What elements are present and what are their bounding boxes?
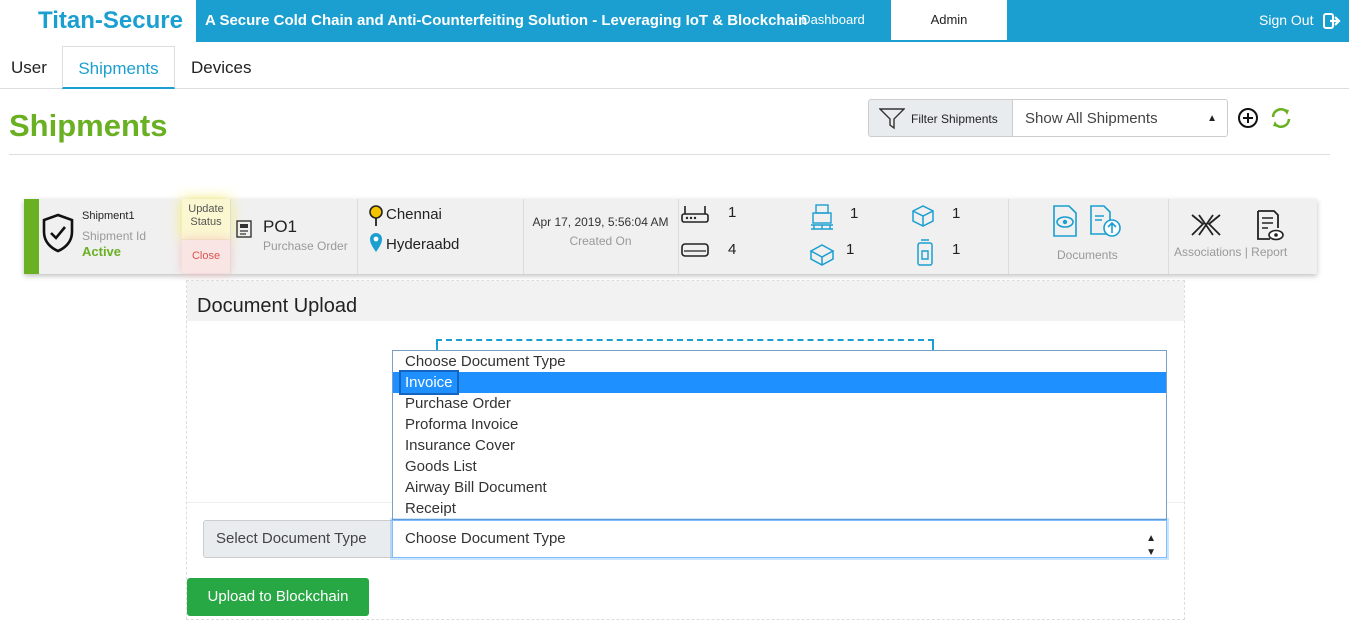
tab-devices[interactable]: Devices: [191, 46, 251, 89]
brand-logo[interactable]: Titan-Secure: [0, 0, 196, 42]
page-title: Shipments: [9, 108, 168, 143]
signout-icon: [1323, 13, 1341, 30]
option-receipt[interactable]: Receipt: [393, 498, 1166, 519]
sensor-device-icon[interactable]: [681, 241, 709, 259]
associations-icon[interactable]: [1189, 210, 1223, 240]
filter-select-value: Show All Shipments: [1025, 110, 1158, 127]
package-icon[interactable]: [910, 203, 936, 229]
destination-pin-icon: [370, 233, 382, 252]
divider: [1008, 199, 1009, 274]
select-arrows-icon: ▲ ▼: [1146, 533, 1156, 558]
package-count: 1: [952, 205, 961, 222]
option-insurance-cover[interactable]: Insurance Cover: [393, 435, 1166, 456]
divider: [678, 199, 679, 274]
associations-report-label: Associations | Report: [1174, 245, 1288, 259]
main-tabs: User Shipments Devices: [0, 46, 1349, 89]
gateway-count: 1: [728, 204, 737, 221]
document-type-value: Choose Document Type: [405, 530, 566, 547]
filter-label: Filter Shipments: [911, 112, 998, 126]
shipment-status: Active: [82, 244, 122, 259]
gateway-device-icon[interactable]: [681, 204, 709, 224]
divider: [230, 199, 231, 274]
panel-header: Document Upload: [187, 281, 1184, 321]
panel-title: Document Upload: [197, 295, 358, 317]
shipment-card[interactable]: Shipment1 Shipment Id Active Update Stat…: [24, 199, 1317, 274]
signout-label: Sign Out: [1259, 12, 1314, 28]
view-documents-icon[interactable]: [1051, 204, 1079, 238]
nav-dashboard[interactable]: Dashboard: [800, 0, 866, 40]
purchase-order-icon: [236, 220, 252, 238]
product-icon[interactable]: [916, 239, 934, 267]
option-choose[interactable]: Choose Document Type: [393, 351, 1166, 372]
tab-shipments[interactable]: Shipments: [62, 46, 175, 89]
documents-label: Documents: [1057, 248, 1118, 262]
filter-icon: [879, 108, 905, 130]
document-type-select[interactable]: Choose Document Type ▲ ▼: [392, 520, 1167, 558]
app-tagline: A Secure Cold Chain and Anti-Counterfeit…: [205, 12, 808, 29]
title-divider: [9, 154, 1330, 155]
select-document-type-label: Select Document Type: [203, 520, 393, 558]
report-icon[interactable]: [1254, 208, 1284, 242]
option-invoice[interactable]: Invoice: [393, 370, 1166, 395]
signout-link[interactable]: Sign Out: [1259, 0, 1341, 40]
option-goods-list[interactable]: Goods List: [393, 456, 1166, 477]
po-number: PO1: [263, 217, 298, 236]
document-type-dropdown[interactable]: Choose Document Type Invoice Purchase Or…: [392, 350, 1167, 520]
carton-icon[interactable]: [808, 239, 836, 267]
divider: [357, 199, 358, 274]
nav-admin[interactable]: Admin: [891, 0, 1007, 40]
select-arrows-icon: ▲: [1207, 113, 1217, 124]
upload-document-icon[interactable]: [1088, 204, 1124, 240]
upload-to-blockchain-button[interactable]: Upload to Blockchain: [187, 578, 369, 616]
add-shipment-icon[interactable]: [1237, 107, 1259, 129]
option-purchase-order[interactable]: Purchase Order: [393, 393, 1166, 414]
carton-count: 1: [846, 241, 855, 258]
sensor-count: 4: [728, 241, 737, 258]
product-count: 1: [952, 241, 961, 258]
filter-shipments-button[interactable]: Filter Shipments: [868, 99, 1013, 137]
option-airway-bill[interactable]: Airway Bill Document: [393, 477, 1166, 498]
destination-city: Hyderaabd: [386, 236, 460, 253]
update-label-line2: Status: [190, 216, 222, 228]
option-invoice-label: Invoice: [399, 370, 459, 395]
tab-user[interactable]: User: [11, 46, 47, 89]
update-status-button[interactable]: Update Status: [182, 199, 230, 239]
option-proforma-invoice[interactable]: Proforma Invoice: [393, 414, 1166, 435]
created-date: Apr 17, 2019, 5:56:04 AM: [532, 215, 669, 229]
shipment-name: Shipment1: [82, 210, 135, 222]
close-shipment-button[interactable]: Close: [182, 240, 230, 273]
pallet-count: 1: [850, 205, 859, 222]
status-stripe: [24, 199, 39, 274]
shield-check-icon: [42, 213, 74, 253]
origin-pin-icon: [369, 205, 383, 226]
top-navbar: Titan-Secure A Secure Cold Chain and Ant…: [0, 0, 1349, 42]
origin-city: Chennai: [386, 206, 442, 223]
pallet-icon[interactable]: [810, 203, 834, 231]
created-label: Created On: [569, 234, 632, 248]
shipment-filter-select[interactable]: Show All Shipments ▲: [1012, 99, 1228, 137]
shipment-id-label: Shipment Id: [82, 229, 147, 243]
po-label: Purchase Order: [263, 239, 348, 253]
update-label-line1: Update: [188, 203, 224, 215]
divider: [1168, 199, 1169, 274]
refresh-icon[interactable]: [1269, 106, 1293, 130]
